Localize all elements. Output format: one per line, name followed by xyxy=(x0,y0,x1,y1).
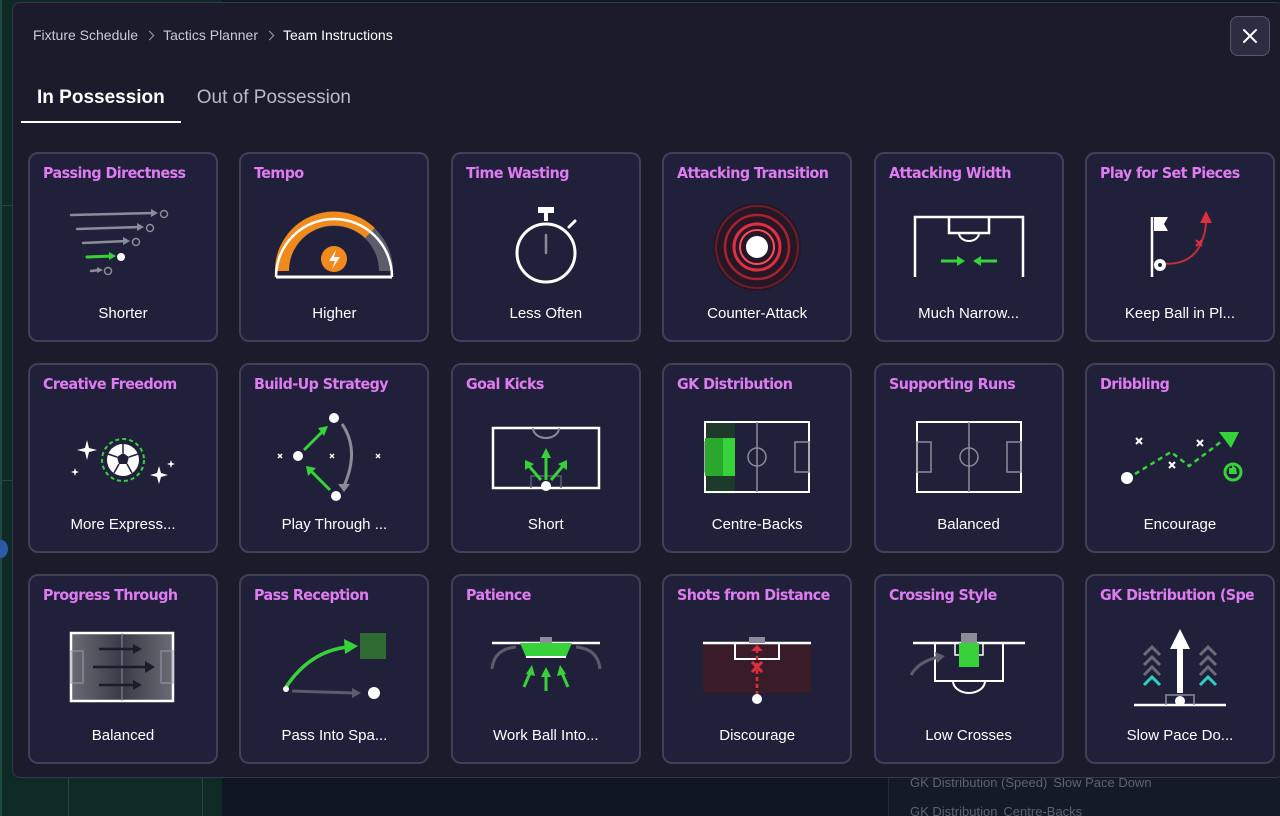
card-value: Discourage xyxy=(719,727,796,744)
chevron-right-icon xyxy=(144,30,155,40)
card-title: Dribbling xyxy=(1099,375,1170,393)
close-icon xyxy=(1243,29,1257,43)
card-title: Goal Kicks xyxy=(465,375,544,393)
team-instructions-modal: Fixture Schedule Tactics Planner Team In… xyxy=(12,2,1280,778)
tab-out-of-possession[interactable]: Out of Possession xyxy=(181,81,367,123)
chevron-right-icon xyxy=(264,30,275,40)
instruction-card-creative-freedom[interactable]: Creative Freedom More Express... xyxy=(28,363,218,553)
card-value: More Express... xyxy=(70,516,176,533)
card-title: GK Distribution xyxy=(677,375,793,393)
instructions-grid: Passing Directness Shorter Tempo Higher … xyxy=(28,152,1280,764)
gk-speed-icon xyxy=(1133,629,1226,707)
stopwatch-icon xyxy=(515,207,577,284)
card-value: Less Often xyxy=(509,305,583,322)
card-value: Centre-Backs xyxy=(711,516,803,533)
possession-tabs: In Possession Out of Possession xyxy=(21,81,367,123)
card-value: Short xyxy=(527,516,564,533)
instruction-card-build-up-strategy[interactable]: Build-Up Strategy Play Through ... xyxy=(239,363,430,553)
instruction-card-progress-through[interactable]: Progress Through Balanced xyxy=(28,574,218,764)
card-value: Pass Into Spa... xyxy=(281,727,388,744)
attacking-width-icon xyxy=(913,215,1024,277)
instruction-card-attacking-width[interactable]: Attacking Width Much Narrow... xyxy=(873,152,1064,342)
card-title: Patience xyxy=(465,586,531,604)
progress-through-icon xyxy=(69,631,175,703)
instruction-card-attacking-transition[interactable]: Attacking Transition Counter-Attack xyxy=(662,152,853,342)
supporting-runs-pitch-icon xyxy=(915,421,1022,493)
tempo-gauge-icon xyxy=(275,211,394,279)
instruction-card-time-wasting[interactable]: Time Wasting Less Often xyxy=(450,152,641,342)
card-title: Play for Set Pieces xyxy=(1099,164,1240,182)
breadcrumb-tactics-planner[interactable]: Tactics Planner xyxy=(163,27,258,43)
goal-kicks-icon xyxy=(491,426,601,491)
card-title: Attacking Transition xyxy=(677,164,829,182)
card-title: GK Distribution (Speed) xyxy=(1099,586,1254,604)
patience-icon xyxy=(490,637,602,691)
card-value: Higher xyxy=(312,305,357,322)
instruction-card-tempo[interactable]: Tempo Higher xyxy=(239,152,430,342)
pass-reception-icon xyxy=(283,633,387,699)
creative-ball-icon xyxy=(71,438,175,484)
background-row: GK Distribution Centre-Backs xyxy=(910,804,1083,816)
passing-directness-icon xyxy=(69,209,169,276)
instruction-card-dribbling[interactable]: Dribbling Encourage xyxy=(1084,363,1275,553)
dribbling-icon xyxy=(1120,432,1243,484)
instruction-card-patience[interactable]: Patience Work Ball Into... xyxy=(450,574,641,764)
card-value: Balanced xyxy=(91,727,155,744)
card-title: Creative Freedom xyxy=(43,375,177,393)
instruction-card-shots-from-distance[interactable]: Shots from Distance Discourage xyxy=(662,574,853,764)
breadcrumb: Fixture Schedule Tactics Planner Team In… xyxy=(33,27,393,43)
instruction-card-gk-distribution-speed[interactable]: GK Distribution (Speed) xyxy=(1084,574,1275,764)
card-value: Balanced xyxy=(937,516,1000,533)
breadcrumb-fixture-schedule[interactable]: Fixture Schedule xyxy=(33,27,138,43)
instruction-card-supporting-runs[interactable]: Supporting Runs Balanced xyxy=(873,363,1064,553)
card-value: Keep Ball in Pl... xyxy=(1124,305,1235,322)
card-value: Low Crosses xyxy=(925,727,1012,744)
breadcrumb-current: Team Instructions xyxy=(283,27,393,43)
card-title: Shots from Distance xyxy=(677,586,830,604)
gk-distribution-pitch-icon xyxy=(704,421,811,494)
card-title: Progress Through xyxy=(43,586,178,604)
build-up-icon xyxy=(277,413,381,501)
instruction-card-goal-kicks[interactable]: Goal Kicks Short xyxy=(450,363,641,553)
instruction-card-pass-reception[interactable]: Pass Reception Pass Into Spa... xyxy=(239,574,430,764)
card-value: Play Through ... xyxy=(281,516,388,533)
card-value: Shorter xyxy=(98,305,148,322)
instruction-card-gk-distribution[interactable]: GK Distribution Centre-Backs xyxy=(662,363,853,553)
tab-in-possession[interactable]: In Possession xyxy=(21,81,181,123)
card-value: Much Narrow... xyxy=(918,305,1019,322)
shots-distance-icon xyxy=(703,637,812,704)
corner-flag-icon xyxy=(1150,211,1212,277)
card-title: Time Wasting xyxy=(465,164,569,182)
card-title: Supporting Runs xyxy=(888,375,1016,393)
card-title: Build-Up Strategy xyxy=(254,375,389,393)
counter-attack-icon xyxy=(713,203,802,291)
card-value: Work Ball Into... xyxy=(492,727,599,744)
card-value: Counter-Attack xyxy=(707,305,808,322)
instruction-card-play-for-set-pieces[interactable]: Play for Set Pieces Keep Ball in Pl... xyxy=(1084,152,1275,342)
card-value: Encourage xyxy=(1143,516,1217,533)
close-button[interactable] xyxy=(1230,16,1270,56)
card-value: Slow Pace Do... xyxy=(1126,727,1234,744)
instruction-card-crossing-style[interactable]: Crossing Style Low Crosses xyxy=(873,574,1064,764)
card-title: Tempo xyxy=(254,164,304,182)
card-title: Attacking Width xyxy=(888,164,1012,182)
crossing-style-icon xyxy=(909,633,1025,694)
card-title: Passing Directness xyxy=(43,164,186,182)
card-title: Crossing Style xyxy=(888,586,997,604)
instruction-card-passing-directness[interactable]: Passing Directness Shorter xyxy=(28,152,218,342)
card-title: Pass Reception xyxy=(254,586,369,604)
